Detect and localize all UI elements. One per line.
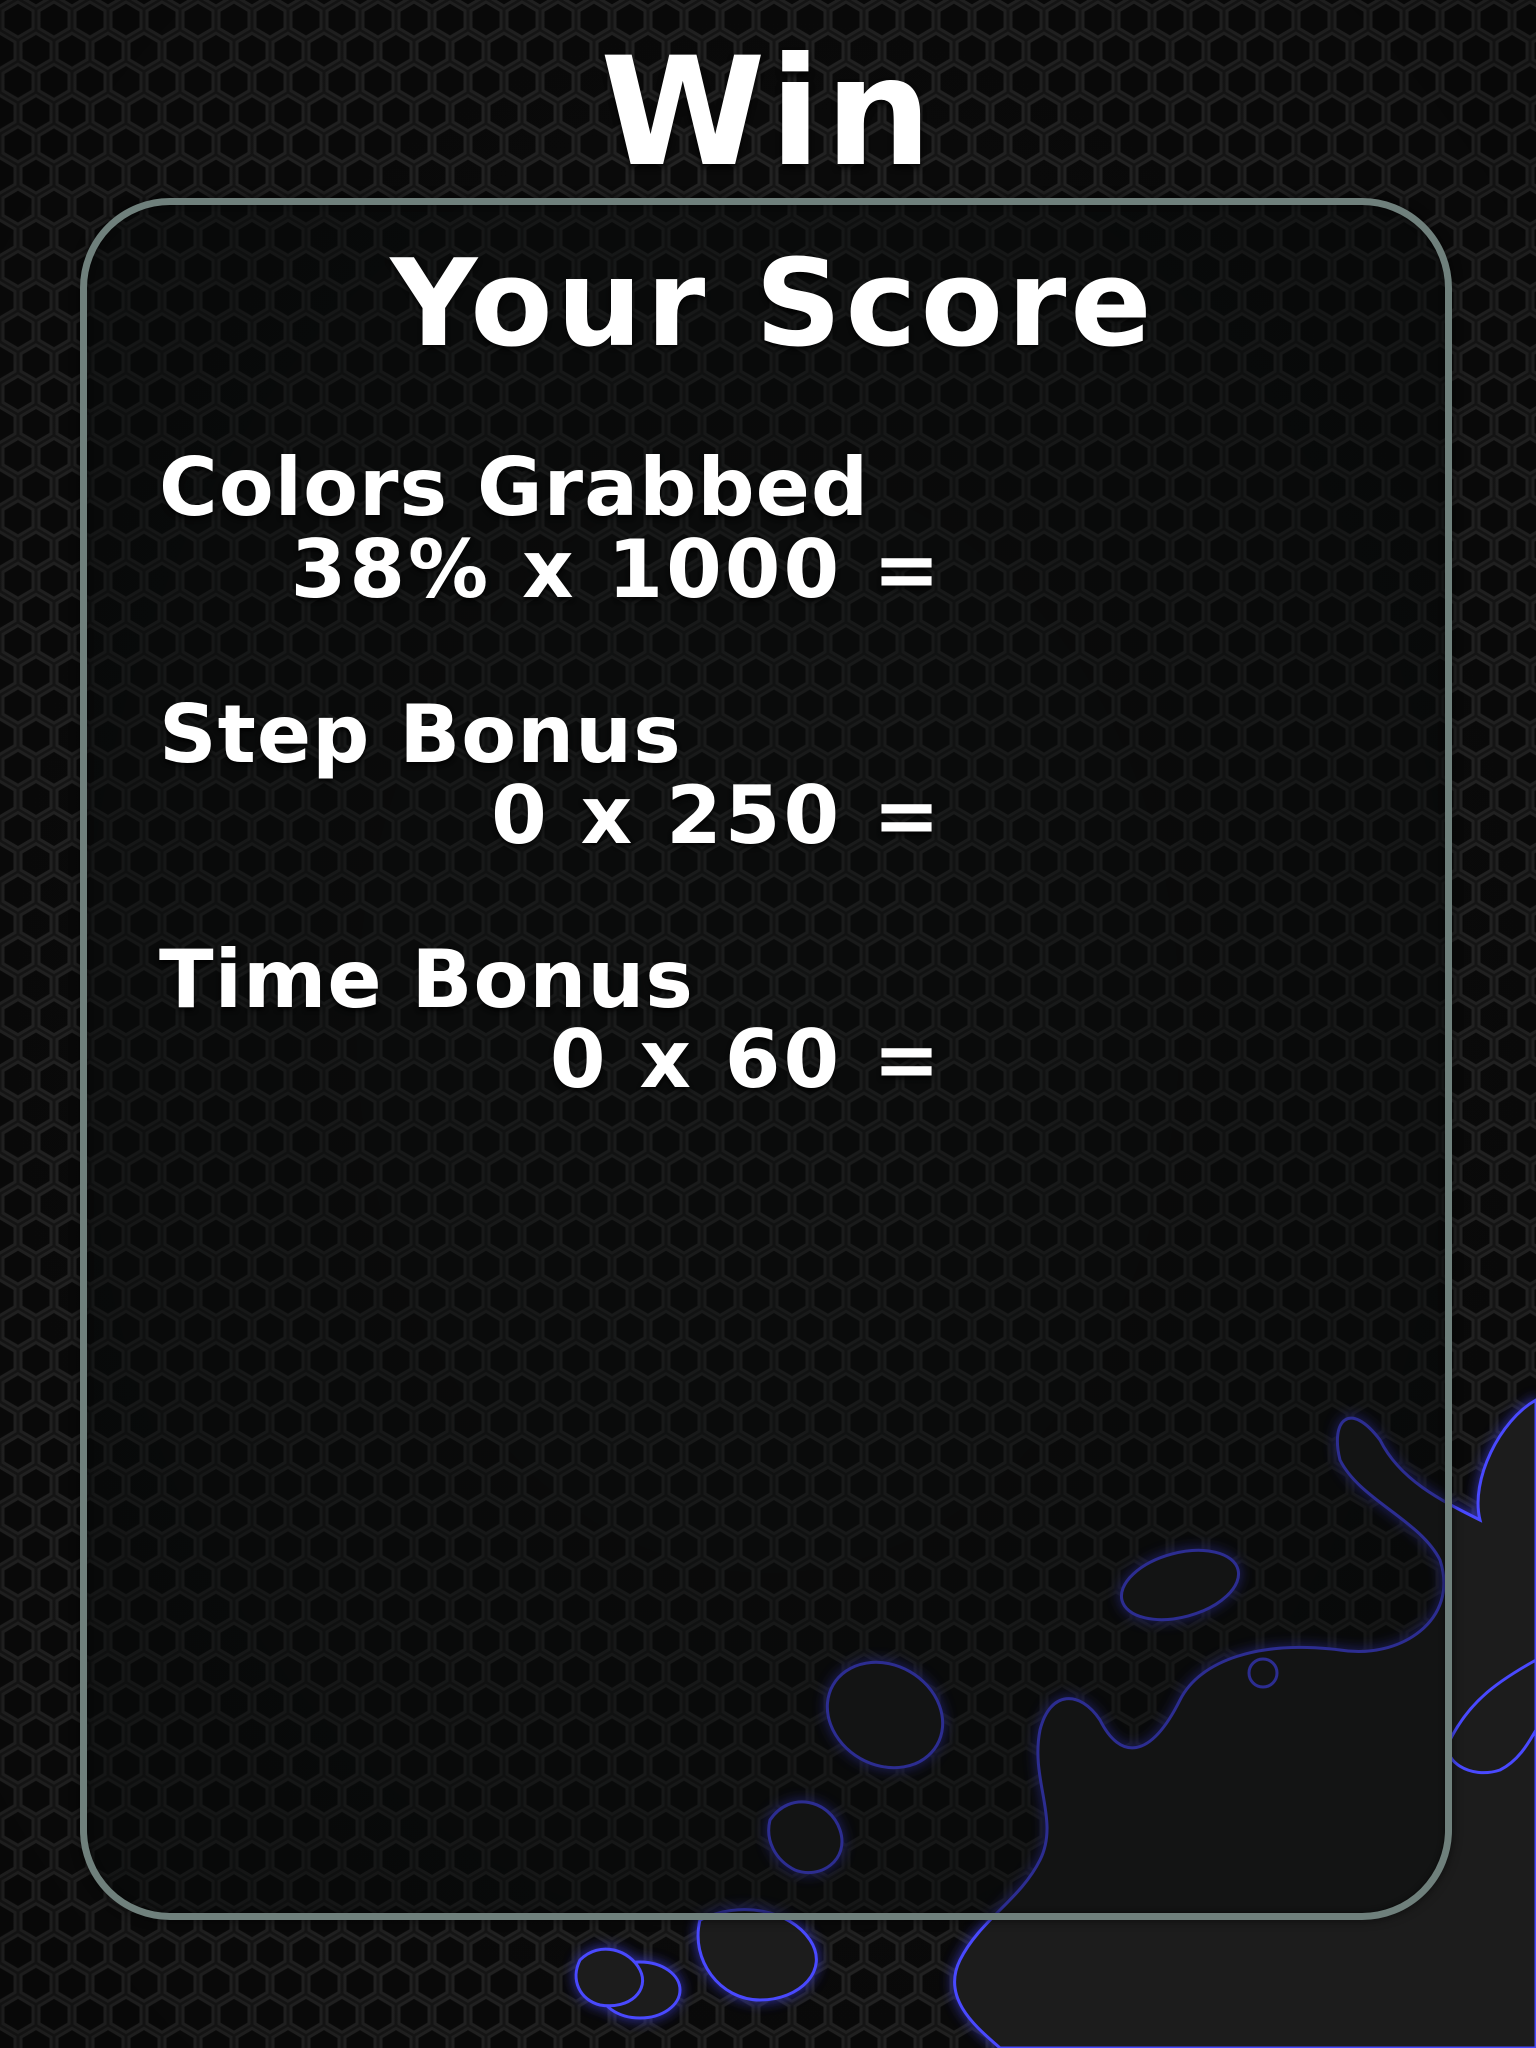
time-bonus-label: Time Bonus <box>159 933 694 1026</box>
panel-title: Your Score <box>390 235 1156 374</box>
step-bonus-formula: 0 x 250 = <box>491 769 943 862</box>
score-panel: Your Score Colors Grabbed 38% x 1000 = S… <box>80 198 1452 1920</box>
colors-grabbed-label: Colors Grabbed <box>159 441 870 534</box>
step-bonus-label: Step Bonus <box>159 688 682 781</box>
colors-grabbed-formula: 38% x 1000 = <box>290 523 943 616</box>
result-title: Win <box>600 26 936 200</box>
game-over-screen: Win Your Score Colors Grabbed 38% x 1000… <box>0 0 1536 2048</box>
time-bonus-formula: 0 x 60 = <box>549 1013 943 1106</box>
